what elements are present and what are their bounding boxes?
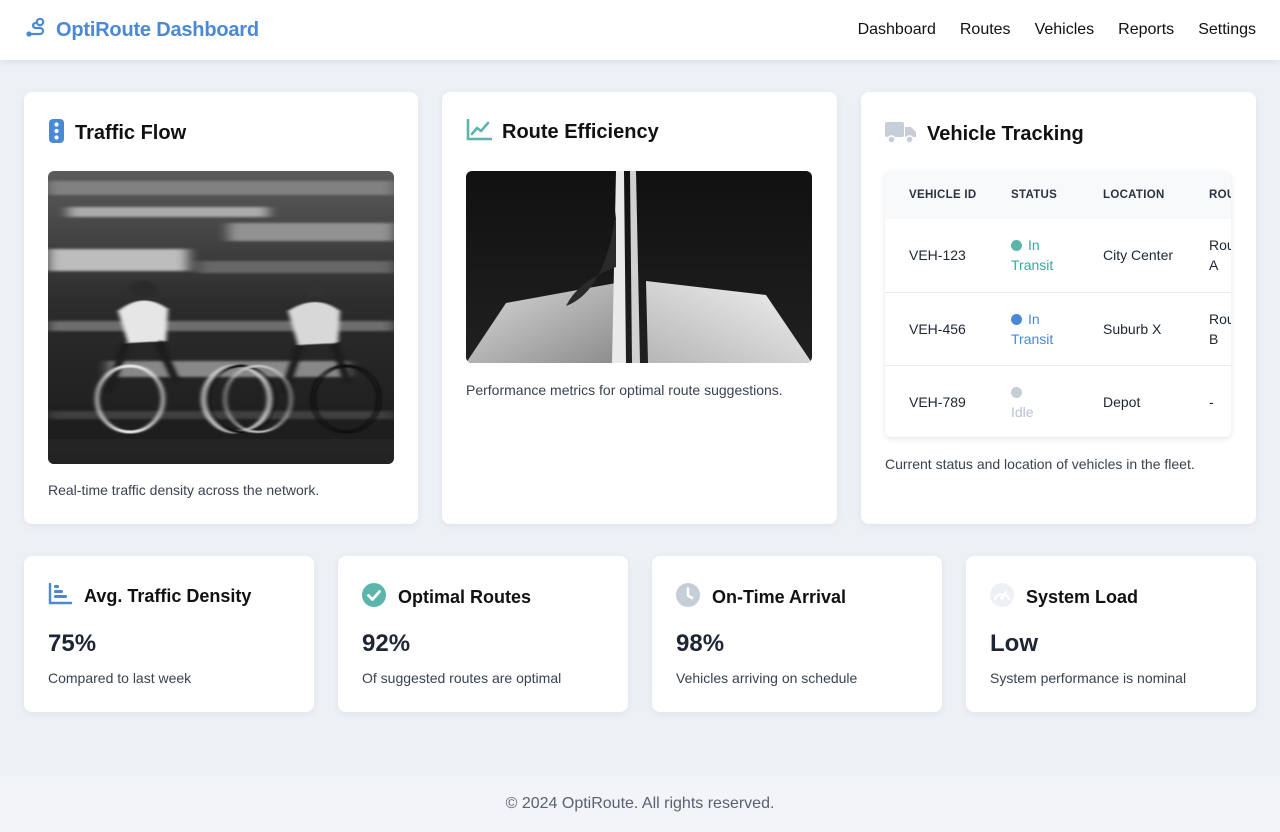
vehicle-table: VEHICLE ID STATUS LOCATION ROUTE VEH-123… <box>885 171 1231 437</box>
truck-icon <box>885 119 917 150</box>
route-icon <box>24 17 46 44</box>
app-title: OptiRoute Dashboard <box>56 18 259 41</box>
stat-note: Of suggested routes are optimal <box>362 670 562 686</box>
stat-card-system-load: System Load Low System performance is no… <box>966 556 1256 712</box>
card-title: Traffic Flow <box>75 122 187 144</box>
stat-card-on-time-arrival: On-Time Arrival 98% Vehicles arriving on… <box>652 556 942 712</box>
route-efficiency-card: Route Efficiency Performance metrics for… <box>442 92 837 524</box>
stat-note: System performance is nominal <box>990 670 1187 686</box>
brand[interactable]: OptiRoute Dashboard <box>24 17 259 44</box>
column-header[interactable]: LOCATION <box>1079 171 1185 219</box>
status-badge: In Transit <box>1011 237 1054 274</box>
nav-reports[interactable]: Reports <box>1118 21 1174 39</box>
vehicle-tracking-card: Vehicle Tracking VEHICLE ID STATUS LOCAT… <box>861 92 1256 524</box>
vehicle-id: VEH-456 <box>885 291 987 365</box>
location-cell: City Center <box>1103 247 1174 264</box>
efficiency-photo <box>466 171 812 363</box>
vehicle-id: VEH-123 <box>909 247 966 264</box>
nav-settings[interactable]: Settings <box>1198 21 1256 39</box>
stat-title: Optimal Routes <box>398 587 532 607</box>
location-cell: Suburb X <box>1079 291 1185 365</box>
check-circle-icon <box>362 583 386 612</box>
vehicle-id: VEH-789 <box>885 364 987 437</box>
nav-dashboard[interactable]: Dashboard <box>858 21 936 39</box>
route-cell: - <box>1185 364 1231 437</box>
card-title: Vehicle Tracking <box>927 123 1084 145</box>
table-header-row: VEHICLE ID STATUS LOCATION ROUTE <box>885 171 1231 219</box>
stat-value: Low <box>990 630 1038 657</box>
stat-card-optimal-routes: Optimal Routes 92% Of suggested routes a… <box>338 556 628 712</box>
gauge-icon <box>990 583 1014 612</box>
card-caption: Performance metrics for optimal route su… <box>466 382 783 398</box>
traffic-flow-card: Traffic Flow Real-time traffic density a… <box>24 92 418 524</box>
card-caption: Real-time traffic density across the net… <box>48 482 320 498</box>
location-cell: Depot <box>1079 364 1185 437</box>
nav-vehicles[interactable]: Vehicles <box>1035 21 1095 39</box>
table-row[interactable]: VEH-789 Idle Depot - <box>885 364 1231 437</box>
top-navbar: OptiRoute Dashboard Dashboard Routes Veh… <box>0 0 1280 60</box>
route-cell: Route A <box>1209 237 1231 274</box>
traffic-photo <box>48 171 394 464</box>
status-badge: Idle <box>1011 382 1034 422</box>
stat-value: 98% <box>676 630 725 657</box>
stat-value: 92% <box>362 630 411 657</box>
traffic-light-icon <box>48 119 65 148</box>
clock-icon <box>676 583 700 612</box>
stat-value: 75% <box>48 630 97 657</box>
table-row[interactable]: VEH-123 In Transit City Center Route A <box>885 219 1231 292</box>
status-dot-icon <box>1011 386 1022 398</box>
bar-chart-icon <box>48 582 73 610</box>
column-header[interactable]: STATUS <box>987 171 1079 219</box>
table-row[interactable]: VEH-456 In Transit Suburb X Route B <box>885 291 1231 365</box>
stat-title: On-Time Arrival <box>712 587 847 607</box>
status-cell: Idle <box>987 364 1079 437</box>
stat-title: Avg. Traffic Density <box>84 586 252 606</box>
column-header[interactable]: ROUTE <box>1185 171 1231 219</box>
footer: © 2024 OptiRoute. All rights reserved. <box>0 776 1280 832</box>
main-nav: Dashboard Routes Vehicles Reports Settin… <box>858 21 1256 39</box>
card-title: Route Efficiency <box>502 121 659 143</box>
status-dot-icon <box>1011 313 1022 325</box>
column-header[interactable]: VEHICLE ID <box>885 171 987 219</box>
stat-note: Compared to last week <box>48 670 192 686</box>
stat-note: Vehicles arriving on schedule <box>676 670 858 686</box>
line-chart-icon <box>466 118 493 146</box>
stat-card-traffic-density: Avg. Traffic Density 75% Compared to las… <box>24 556 314 712</box>
card-caption: Current status and location of vehicles … <box>885 456 1195 472</box>
nav-routes[interactable]: Routes <box>960 21 1011 39</box>
status-badge: In Transit <box>1011 310 1054 347</box>
route-cell: Route B <box>1185 291 1231 365</box>
stat-title: System Load <box>1026 587 1139 607</box>
status-cell: In Transit <box>987 219 1079 292</box>
copyright-text: © 2024 OptiRoute. All rights reserved. <box>505 795 775 812</box>
status-cell: In Transit <box>987 291 1079 365</box>
status-dot-icon <box>1011 240 1022 252</box>
